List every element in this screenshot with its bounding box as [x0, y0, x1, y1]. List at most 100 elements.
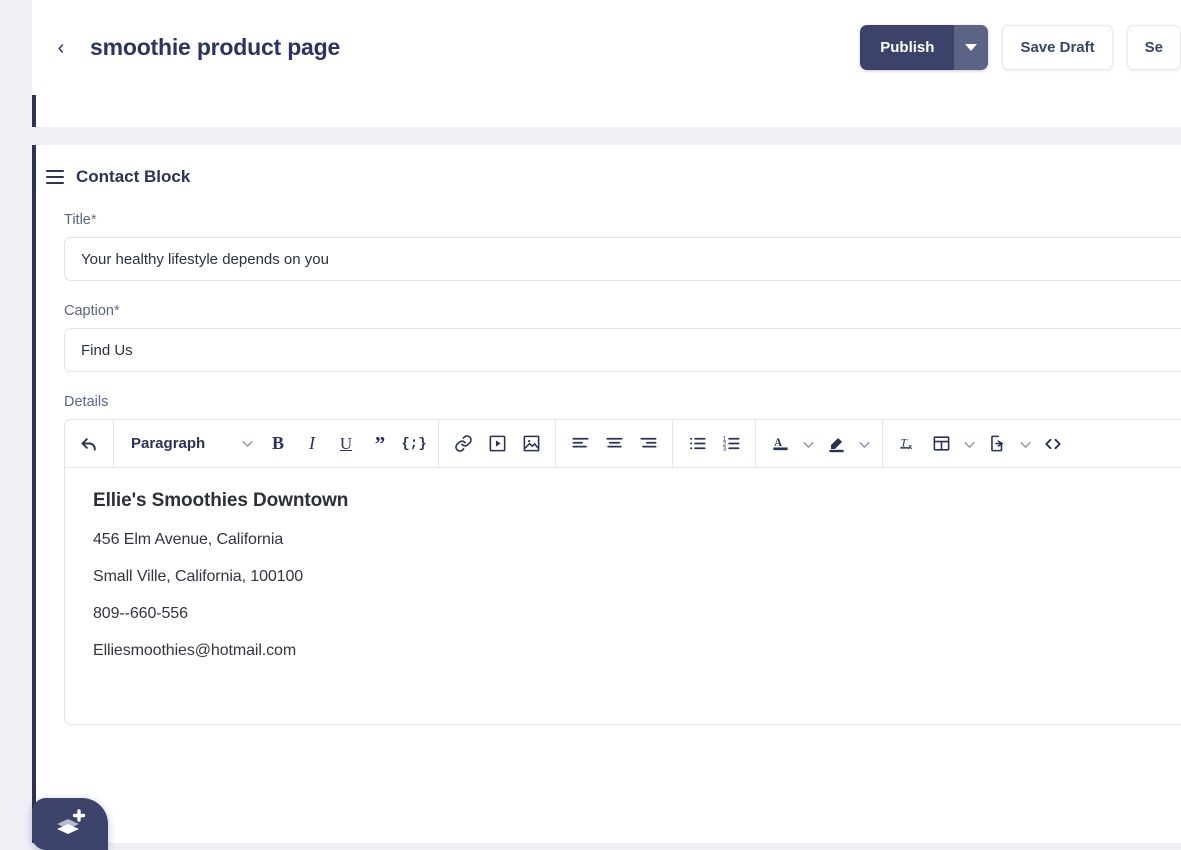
page-body: Contact Block Title* Caption* Details — [32, 95, 1181, 850]
underline-button[interactable]: U — [329, 427, 363, 461]
table-button[interactable] — [924, 427, 958, 461]
paragraph-style-label: Paragraph — [131, 435, 206, 452]
highlight-button[interactable] — [819, 427, 853, 461]
link-icon — [454, 434, 473, 453]
svg-text:x: x — [908, 443, 912, 451]
bullet-list-icon — [688, 434, 707, 453]
required-asterisk: * — [113, 303, 120, 319]
code-icon: {;} — [401, 435, 427, 452]
hamburger-drag-icon[interactable] — [46, 170, 64, 184]
header-actions: Publish Save Draft Se — [860, 0, 1181, 95]
image-icon — [522, 434, 541, 453]
card-gap — [32, 127, 1181, 145]
link-button[interactable] — [446, 427, 480, 461]
source-code-icon — [1043, 434, 1063, 454]
numbered-list-icon: 123 — [722, 434, 741, 453]
details-field-label: Details — [64, 394, 109, 410]
editor-content[interactable]: Ellie's Smoothies Downtown 456 Elm Avenu… — [65, 468, 1181, 724]
contact-block-card: Contact Block Title* Caption* Details — [32, 145, 1181, 843]
text-color-icon: A — [771, 434, 790, 453]
toolbar-group-undo — [65, 420, 113, 468]
title-field-label: Title* — [64, 212, 97, 228]
card-gap-bottom — [32, 843, 1181, 850]
editor-paragraph-phone: 809--660-556 — [93, 605, 188, 622]
add-block-icon — [53, 807, 87, 842]
align-center-button[interactable] — [597, 427, 631, 461]
chevron-down-icon — [1019, 435, 1031, 453]
title-field-group: Title* — [36, 212, 1181, 281]
publish-button-group: Publish — [860, 25, 989, 70]
italic-icon: I — [309, 433, 315, 453]
chevron-down-icon — [963, 435, 975, 453]
align-left-button[interactable] — [563, 427, 597, 461]
toolbar-group-lists: 123 — [673, 420, 755, 468]
align-right-icon — [639, 434, 658, 453]
paragraph-style-select[interactable]: Paragraph — [121, 427, 261, 461]
editor-heading: Ellie's Smoothies Downtown — [93, 490, 349, 511]
code-button[interactable]: {;} — [397, 427, 431, 461]
bold-icon: B — [271, 433, 284, 453]
video-icon — [488, 434, 507, 453]
align-left-icon — [571, 434, 590, 453]
editor-paragraph-address1: 456 Elm Avenue, California — [93, 531, 284, 548]
table-combo — [924, 427, 980, 461]
page-break-icon — [988, 434, 1007, 453]
text-color-dropdown[interactable] — [797, 427, 819, 461]
text-color-button[interactable]: A — [763, 427, 797, 461]
video-button[interactable] — [480, 427, 514, 461]
svg-text:3: 3 — [722, 446, 726, 453]
toolbar-group-insert — [439, 420, 555, 468]
caption-field-label: Caption* — [64, 303, 120, 319]
left-gutter — [0, 0, 32, 850]
page-break-button[interactable] — [980, 427, 1014, 461]
chevron-down-icon — [802, 435, 814, 453]
toolbar-group-align — [556, 420, 672, 468]
chevron-left-icon: ‹ — [57, 36, 65, 59]
underline-icon: U — [339, 433, 353, 453]
publish-button[interactable]: Publish — [860, 25, 955, 70]
undo-icon[interactable] — [72, 427, 106, 461]
title-input[interactable] — [64, 237, 1181, 281]
editor-toolbar: Paragraph B I U ” {;} 1 2 3 A T x — [65, 420, 1181, 468]
clear-format-icon: Tx — [898, 434, 917, 453]
bullet-list-button[interactable] — [680, 427, 714, 461]
align-right-button[interactable] — [631, 427, 665, 461]
table-dropdown[interactable] — [958, 427, 980, 461]
chevron-down-icon — [858, 435, 870, 453]
required-asterisk: * — [90, 212, 97, 228]
numbered-list-button[interactable]: 123 — [714, 427, 748, 461]
toolbar-group-color: A — [756, 420, 882, 468]
align-center-icon — [605, 434, 624, 453]
caption-field-group: Caption* — [36, 303, 1181, 372]
toolbar-group-tools: Tx — [883, 420, 1077, 468]
page-break-dropdown[interactable] — [1014, 427, 1036, 461]
caption-input[interactable] — [64, 328, 1181, 372]
italic-button[interactable]: I — [295, 427, 329, 461]
settings-button[interactable]: Se — [1126, 25, 1181, 70]
table-icon — [932, 434, 951, 453]
text-color-combo: A — [763, 427, 819, 461]
caret-down-icon — [965, 44, 978, 51]
highlighter-icon — [827, 434, 846, 453]
chevron-down-icon — [242, 440, 253, 447]
add-block-fab[interactable] — [32, 798, 108, 850]
page-header: ‹ smoothie product page Publish Save Dra… — [32, 0, 1181, 95]
app-root: ‹ smoothie product page Publish Save Dra… — [0, 0, 1181, 850]
save-draft-button[interactable]: Save Draft — [1002, 25, 1113, 70]
highlight-dropdown[interactable] — [853, 427, 875, 461]
editor-paragraph-address2: Small Ville, California, 100100 — [93, 568, 304, 585]
bold-button[interactable]: B — [261, 427, 295, 461]
clear-format-button[interactable]: Tx — [890, 427, 924, 461]
block-title: Contact Block — [76, 167, 191, 186]
blockquote-button[interactable]: ” — [363, 427, 397, 461]
block-header: Contact Block — [36, 145, 1181, 187]
page-title: smoothie product page — [90, 34, 341, 60]
quote-icon: ” — [374, 431, 386, 456]
page-break-combo — [980, 427, 1036, 461]
image-button[interactable] — [514, 427, 548, 461]
svg-text:A: A — [774, 437, 782, 449]
source-code-button[interactable] — [1036, 427, 1070, 461]
toolbar-group-style: Paragraph B I U ” {;} — [114, 420, 438, 468]
back-button[interactable]: ‹ — [44, 31, 78, 65]
publish-dropdown-button[interactable] — [954, 25, 989, 70]
